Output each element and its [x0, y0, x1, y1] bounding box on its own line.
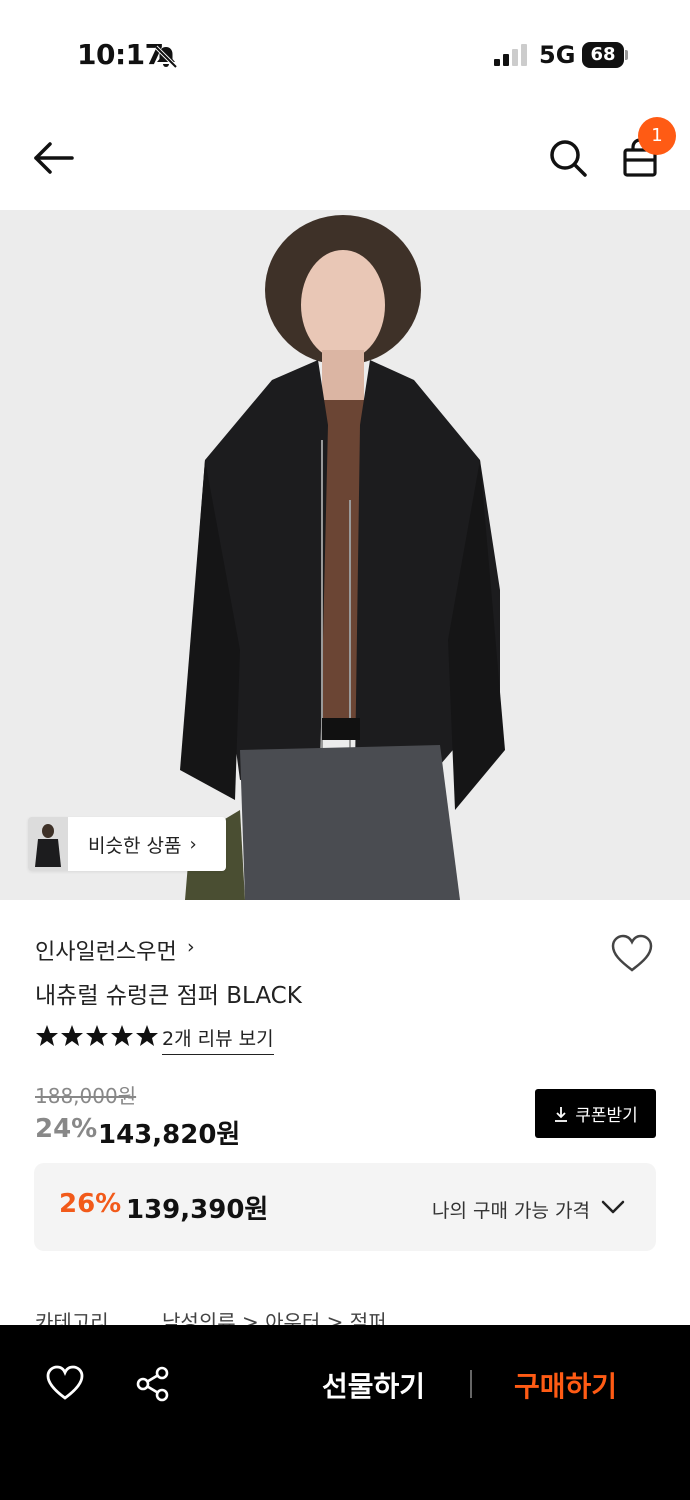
chevron-down-icon[interactable]: [600, 1197, 626, 1217]
similar-product-thumbnail: [28, 817, 68, 871]
discount-rate: 24%: [35, 1114, 98, 1144]
search-icon[interactable]: [548, 138, 588, 178]
star-icon: [36, 1025, 58, 1046]
network-type: 5G: [539, 41, 576, 69]
download-icon: [555, 1106, 568, 1122]
best-price-panel[interactable]: 26% 139,390원 나의 구매 가능 가격: [34, 1163, 656, 1251]
star-icon: [61, 1025, 83, 1046]
battery-level: 68: [582, 42, 624, 68]
battery-icon: 68: [582, 42, 628, 68]
star-icon: [111, 1025, 133, 1046]
star-icon: [86, 1025, 108, 1046]
brand-link[interactable]: 인사일런스우먼: [35, 934, 177, 966]
coupon-label: 쿠폰받기: [575, 1106, 638, 1126]
buy-button[interactable]: 구매하기: [514, 1365, 617, 1405]
best-discount-rate: 26%: [59, 1189, 122, 1219]
status-bar: 10:17 5G 68: [0, 0, 690, 100]
product-title: 내츄럴 슈렁큰 점퍼 BLACK: [35, 983, 302, 1009]
best-price-label: 나의 구매 가능 가격: [432, 1200, 590, 1222]
share-icon[interactable]: [134, 1365, 172, 1403]
back-arrow-icon[interactable]: [32, 138, 76, 178]
signal-icon: [494, 44, 527, 66]
heart-icon[interactable]: [45, 1365, 85, 1401]
chevron-right-icon: ›: [187, 936, 195, 958]
similar-products-label: 비슷한 상품: [88, 834, 182, 857]
best-price-value: 139,390원: [126, 1195, 269, 1225]
rating-stars: [35, 1024, 159, 1050]
category-label: 카테고리: [35, 1310, 109, 1326]
cart-count-badge: 1: [638, 117, 676, 155]
product-photo: [0, 210, 690, 900]
coupon-button[interactable]: 쿠폰받기: [535, 1089, 656, 1138]
chevron-right-icon: ›: [189, 833, 197, 855]
similar-products-button[interactable]: 비슷한 상품 ›: [28, 817, 226, 871]
status-time: 10:17: [77, 38, 164, 71]
sale-price: 143,820원: [98, 1120, 241, 1150]
original-price: 188,000원: [35, 1084, 137, 1108]
category-row: 카테고리 남성의류 > 아우터 > 점퍼: [0, 1306, 690, 1326]
review-link[interactable]: 2개 리뷰 보기: [162, 1024, 274, 1055]
divider: [470, 1370, 472, 1398]
bell-slash-icon: [154, 45, 178, 69]
heart-icon[interactable]: [610, 934, 654, 974]
product-image[interactable]: 비슷한 상품 ›: [0, 210, 690, 900]
star-icon: [136, 1025, 158, 1046]
gift-button[interactable]: 선물하기: [322, 1365, 425, 1405]
category-path[interactable]: 남성의류 > 아우터 > 점퍼: [162, 1306, 387, 1326]
bottom-action-bar: 선물하기 구매하기: [0, 1325, 690, 1500]
